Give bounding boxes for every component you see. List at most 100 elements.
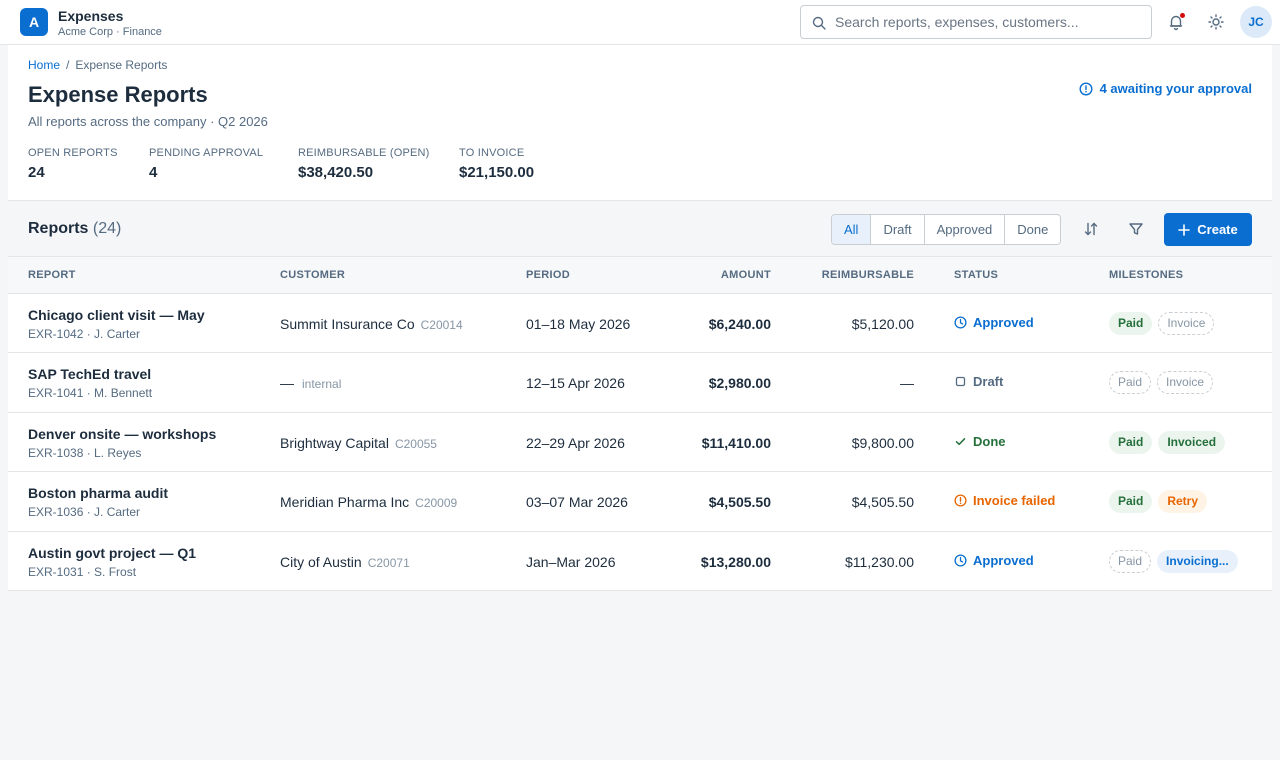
table-row[interactable]: Chicago client visit — May EXR-1042 · J.… bbox=[8, 294, 1272, 354]
status-badge: Draft bbox=[954, 374, 1003, 389]
report-meta: EXR-1042 · J. Carter bbox=[28, 327, 141, 341]
milestone-paid-chip: Paid bbox=[1109, 371, 1152, 395]
approval-notice-link[interactable]: 4 awaiting your approval bbox=[1079, 81, 1252, 96]
column-header-amount[interactable]: AMOUNT bbox=[721, 269, 771, 281]
table-row[interactable]: SAP TechEd travel EXR-1041 · M. Bennett … bbox=[8, 353, 1272, 413]
customer-cell: Meridian Pharma Inc C20009 bbox=[280, 494, 457, 510]
filter-draft[interactable]: Draft bbox=[871, 215, 925, 244]
notifications-button[interactable] bbox=[1164, 10, 1188, 34]
kpi-to-invoice: To invoice $21,150.00 bbox=[459, 147, 534, 181]
table-title-text: Reports bbox=[28, 220, 89, 237]
breadcrumb-separator: / bbox=[66, 58, 70, 72]
status-text: Approved bbox=[973, 552, 1034, 568]
milestone-paid-chip: Paid bbox=[1109, 312, 1153, 335]
table-row[interactable]: Boston pharma audit EXR-1036 · J. Carter… bbox=[8, 472, 1272, 532]
table-header: REPORT CUSTOMER PERIOD AMOUNT REIMBURSAB… bbox=[8, 257, 1272, 294]
column-header-reimbursable[interactable]: REIMBURSABLE bbox=[822, 269, 914, 281]
customer-cell: Summit Insurance Co C20014 bbox=[280, 316, 463, 332]
reimbursable-cell: $9,800.00 bbox=[851, 434, 914, 451]
page-title: Expense Reports bbox=[28, 82, 208, 107]
report-title[interactable]: Chicago client visit — May bbox=[28, 307, 205, 323]
milestones-cell: Paid Invoicing... bbox=[1109, 549, 1238, 573]
warning-circle-icon bbox=[954, 494, 967, 507]
kpi-label: Open reports bbox=[28, 147, 118, 159]
milestone-paid-chip: Paid bbox=[1109, 490, 1153, 514]
search-box[interactable] bbox=[800, 5, 1152, 39]
kpi-reimbursable-open: Reimbursable (open) $38,420.50 bbox=[298, 147, 430, 181]
shell-bar: A Expenses Acme Corp · Finance JC bbox=[0, 0, 1280, 45]
status-text: Draft bbox=[973, 374, 1004, 390]
amount-cell: $6,240.00 bbox=[708, 316, 771, 332]
kpi-value: 24 bbox=[28, 164, 45, 181]
amount-cell: $4,505.50 bbox=[708, 494, 771, 511]
kpi-label: Pending approval bbox=[149, 147, 264, 159]
amount-cell: $2,980.00 bbox=[708, 375, 771, 392]
sort-button[interactable] bbox=[1080, 218, 1102, 240]
kpi-label: Reimbursable (open) bbox=[298, 147, 430, 159]
table-row[interactable]: Austin govt project — Q1 EXR-1031 · S. F… bbox=[8, 531, 1272, 591]
column-header-period[interactable]: PERIOD bbox=[526, 269, 570, 281]
create-button[interactable]: Create bbox=[1164, 213, 1252, 246]
customer-id: C20055 bbox=[394, 436, 437, 451]
customer-name: Brightway Capital bbox=[280, 434, 389, 451]
amount-cell: $11,410.00 bbox=[701, 434, 771, 451]
reimbursable-cell: $4,505.50 bbox=[851, 494, 914, 511]
customer-id: C20014 bbox=[420, 318, 463, 332]
search-input[interactable] bbox=[835, 6, 1145, 38]
report-meta: EXR-1041 · M. Bennett bbox=[28, 386, 153, 401]
customer-name: Meridian Pharma Inc bbox=[280, 494, 410, 511]
create-button-label: Create bbox=[1197, 222, 1238, 237]
customer-cell: — internal bbox=[280, 375, 341, 391]
customer-id: C20071 bbox=[367, 555, 410, 570]
filter-icon bbox=[1129, 223, 1143, 235]
report-title[interactable]: Boston pharma audit bbox=[28, 485, 168, 501]
report-title[interactable]: SAP TechEd travel bbox=[28, 366, 151, 382]
column-header-report[interactable]: REPORT bbox=[28, 269, 76, 281]
status-badge: Approved bbox=[954, 315, 1034, 330]
status-filter-segmented: All Draft Approved Done bbox=[831, 214, 1062, 245]
milestones-cell: Paid Retry bbox=[1109, 490, 1208, 514]
sun-icon bbox=[1208, 14, 1224, 30]
filter-button[interactable] bbox=[1125, 218, 1147, 240]
status-text: Done bbox=[973, 433, 1006, 449]
status-badge: Approved bbox=[954, 553, 1034, 568]
table-title: Reports (24) bbox=[28, 220, 121, 238]
customer-cell: City of Austin C20071 bbox=[280, 554, 410, 570]
milestone-paid-chip: Paid bbox=[1109, 549, 1152, 573]
breadcrumb-current: Expense Reports bbox=[75, 58, 168, 72]
customer-name: City of Austin bbox=[280, 553, 362, 570]
filter-done[interactable]: Done bbox=[1005, 215, 1060, 244]
kpi-pending-approval: Pending approval 4 bbox=[149, 147, 263, 181]
app-logo[interactable]: A bbox=[20, 8, 48, 36]
report-meta: EXR-1031 · S. Frost bbox=[28, 564, 137, 579]
column-header-status[interactable]: STATUS bbox=[954, 269, 998, 281]
kpi-value: $21,150.00 bbox=[459, 164, 535, 181]
status-badge: Invoice failed bbox=[954, 493, 1055, 508]
info-circle-icon bbox=[1079, 81, 1093, 96]
milestone-paid-chip: Paid bbox=[1109, 430, 1153, 454]
customer-name: Summit Insurance Co bbox=[280, 316, 415, 332]
column-header-customer[interactable]: CUSTOMER bbox=[280, 269, 345, 281]
table-count: (24) bbox=[92, 220, 122, 237]
period-cell: 12–15 Apr 2026 bbox=[526, 375, 625, 392]
milestone-invoice-chip: Invoice bbox=[1157, 371, 1214, 395]
filter-all[interactable]: All bbox=[832, 215, 872, 244]
search-icon bbox=[812, 16, 826, 30]
amount-cell: $13,280.00 bbox=[700, 553, 771, 570]
breadcrumb: Home / Expense Reports bbox=[28, 58, 167, 72]
customer-name: — bbox=[280, 375, 294, 392]
milestone-retry-button[interactable]: Retry bbox=[1158, 490, 1208, 514]
milestone-invoiced-chip: Invoiced bbox=[1158, 430, 1226, 454]
period-cell: 03–07 Mar 2026 bbox=[526, 494, 628, 511]
customer-id: C20009 bbox=[415, 496, 458, 511]
report-title[interactable]: Denver onsite — workshops bbox=[28, 426, 216, 442]
theme-toggle-button[interactable] bbox=[1204, 10, 1228, 34]
breadcrumb-home-link[interactable]: Home bbox=[28, 58, 60, 72]
user-avatar[interactable]: JC bbox=[1240, 6, 1272, 38]
column-header-milestones[interactable]: MILESTONES bbox=[1109, 269, 1183, 281]
report-title[interactable]: Austin govt project — Q1 bbox=[28, 545, 196, 561]
status-text: Invoice failed bbox=[973, 493, 1056, 509]
report-meta: EXR-1038 · L. Reyes bbox=[28, 445, 142, 460]
table-row[interactable]: Denver onsite — workshops EXR-1038 · L. … bbox=[8, 412, 1272, 473]
filter-approved[interactable]: Approved bbox=[925, 215, 1006, 244]
